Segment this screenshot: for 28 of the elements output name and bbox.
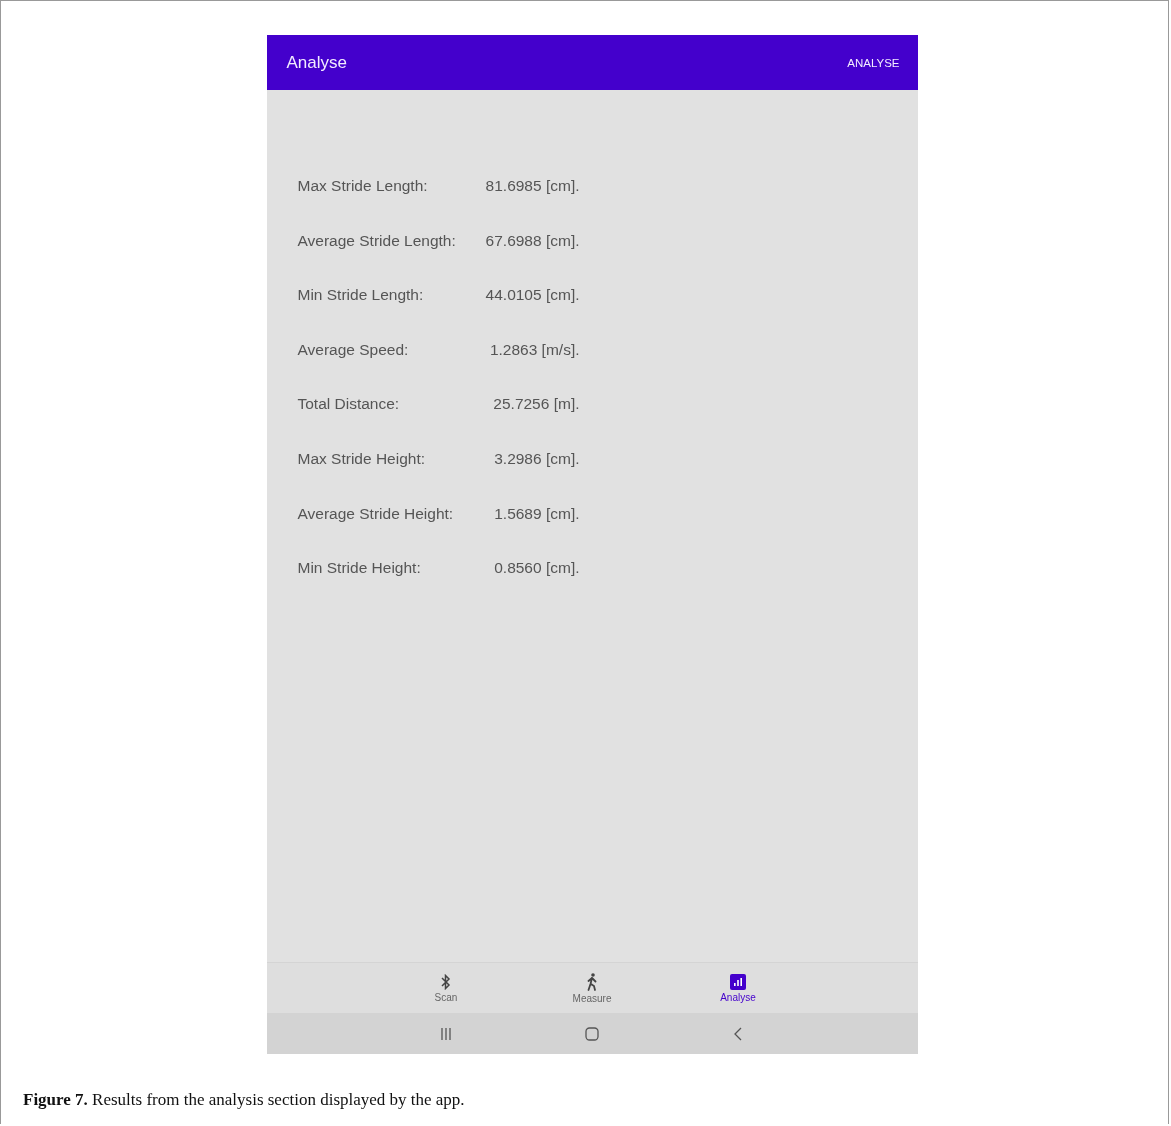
result-label: Average Stride Height: (297, 504, 454, 523)
result-value: 1.5689 [cm]. (494, 504, 580, 523)
result-value: 67.6988 [cm]. (485, 231, 580, 250)
result-label: Average Speed: (297, 340, 409, 359)
figure-caption: Figure 7. Results from the analysis section displayed by the app. (23, 1090, 465, 1110)
result-label: Max Stride Length: (297, 177, 428, 195)
result-label: Min Stride Height: (297, 559, 421, 578)
recent-apps-icon[interactable] (441, 1027, 451, 1040)
result-value: 81.6985 [cm]. (485, 177, 580, 195)
result-label: Average Stride Length: (297, 231, 456, 250)
result-label: Max Stride Height: (297, 449, 425, 468)
result-label: Min Stride Length: (297, 286, 424, 305)
result-value: 44.0105 [cm]. (485, 286, 580, 305)
home-icon[interactable] (585, 1026, 599, 1041)
bluetooth-icon (441, 973, 451, 990)
back-icon[interactable] (734, 1026, 742, 1041)
result-value: 3.2986 [cm]. (494, 449, 580, 468)
nav-tab[interactable]: Measure (519, 963, 665, 1013)
app-title: Analyse (286, 52, 347, 73)
nav-tab[interactable]: Analyse (665, 963, 811, 1013)
nav-tab[interactable]: Scan (373, 963, 519, 1013)
result-label: Total Distance: (297, 395, 400, 414)
bar-chart-icon (730, 973, 746, 990)
result-value: 1.2863 [m/s]. (489, 340, 580, 359)
walking-person-icon (586, 972, 598, 991)
result-value: 25.7256 [m]. (493, 395, 580, 414)
analyse-button[interactable]: ANALYSE (847, 56, 900, 69)
result-value: 0.8560 [cm]. (494, 559, 580, 578)
